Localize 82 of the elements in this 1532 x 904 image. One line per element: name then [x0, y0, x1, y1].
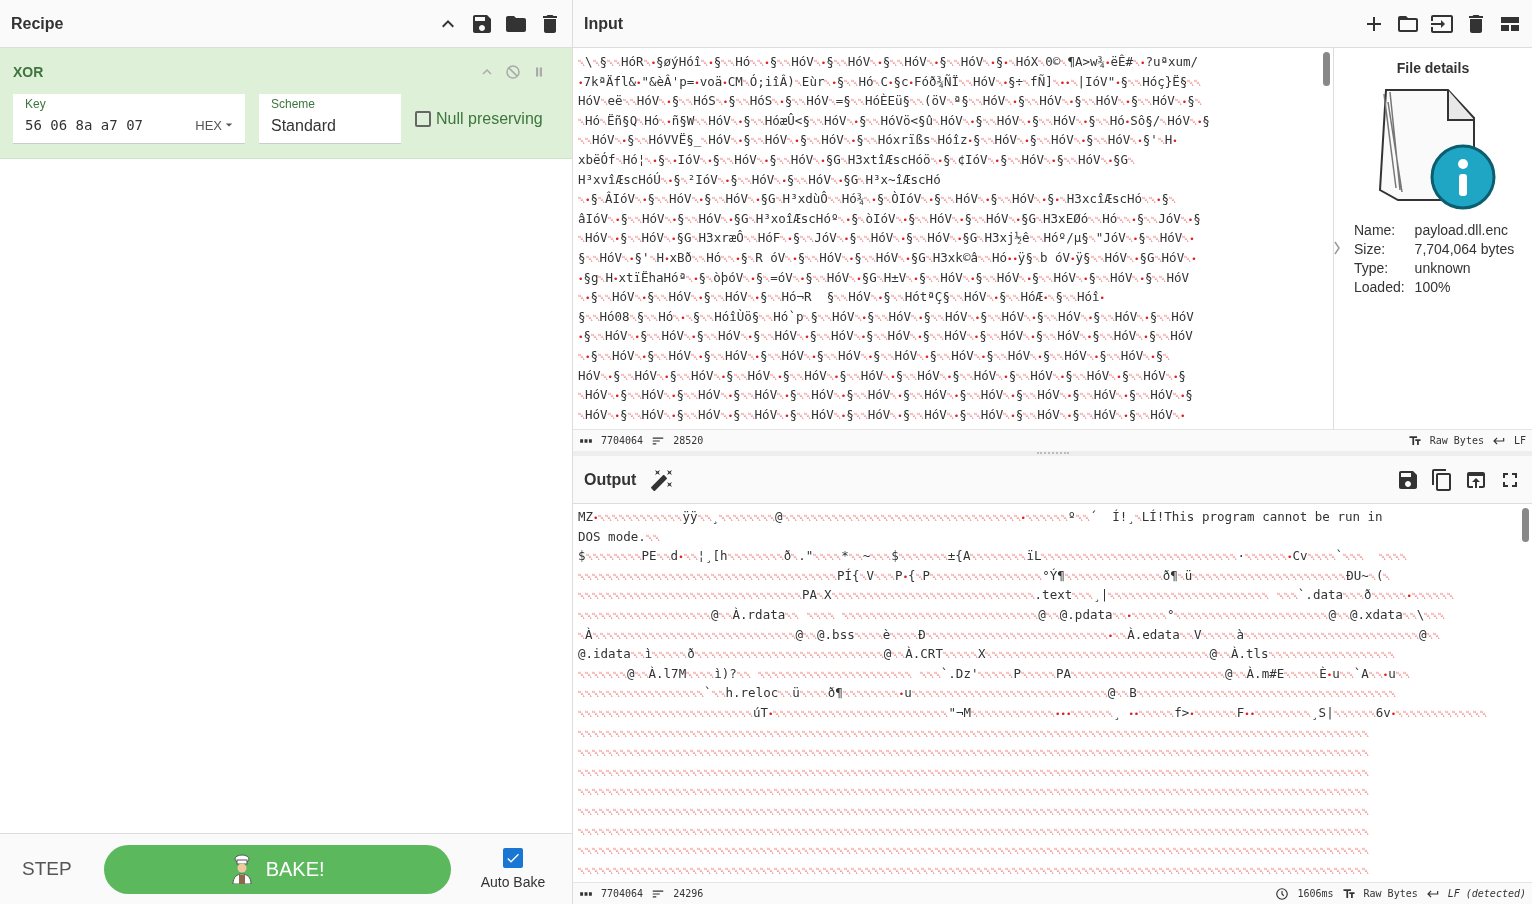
text-line: ␀␀␀␀␀␀␀␀␀␀␀␀␀␀␀␀␀␀␀␀␀␀␀␀␀␀␀␀␀␀␀␀␀␀␀␀␀␀␀␀␀␀␀␀␀␀␀␀␀␀␀␀␀␀␀␀␀␀␀␀␀␀␀␀␀␀␀␀␀␀␀␀␀␀␀␀␀␀␀␀␀␀␀␀␀␀␀␀␀␀␀␀␀␀␀␀␀␀␀␀␀␀␀␀␀␀␀␀␀␀␀␀␀ — [578, 864, 1370, 878]
lines-value: 28520 — [673, 435, 704, 446]
text-line: ␀␀␀␀␀␀␀␀␀␀␀␀␀␀␀␀␀␀`␀␀h.reloc␀␀ü␀␀␀␀ð¶␀␀␀␀␀␀␀␀•u␀␀␀␀␀␀␀␀␀␀␀␀␀␀␀␀␀␀␀␀␀␀␀␀␀␀␀␀@␀␀B␀␀␀␀␀␀␀␀␀␀␀␀␀␀␀␀␀␀␀␀␀␀␀␀␀␀␀␀␀␀␀␀␀␀␀␀␀ — [578, 684, 1397, 703]
text-line: ␀␀␀␀␀␀␀␀␀␀␀␀␀␀␀␀␀␀␀␀␀␀␀␀␀␀␀␀␀␀␀␀␀␀␀␀␀␀␀␀␀␀␀␀␀␀␀␀␀␀␀␀␀␀␀␀␀␀␀␀␀␀␀␀␀␀␀␀␀␀␀␀␀␀␀␀␀␀␀␀␀␀␀␀␀␀␀␀␀␀␀␀␀␀␀␀␀␀␀␀␀␀␀␀␀␀␀␀␀␀␀␀␀ — [578, 825, 1370, 839]
caret-icon — [225, 121, 233, 129]
detail-label: Type: — [1354, 260, 1390, 276]
text-line: MZ•␀␀␀␀␀␀␀␀␀␀␀␀ÿÿ␀␀¸␀␀␀␀␀␀␀␀@␀␀␀␀␀␀␀␀␀␀␀␀␀␀␀␀␀␀␀␀␀␀␀␀␀␀␀␀␀␀␀␀␀␀•␀␀␀␀␀␀º␀␀´ Í!¸␀LÍ!This program cannot be run in — [578, 508, 1384, 526]
key-field[interactable]: Key 56 06 8a a7 07 HEX — [13, 94, 245, 144]
text-line: •§g␀H•xtïËhaHóª␀•§␀òþóV␀•§␀=óV␀•§␀␀HóV␀•§G␀H±V␀•§␀␀HóV␀•§␀␀HóV␀•§␀␀HóV␀•§␀␀HóV␀•§␀␀HóV — [578, 268, 1190, 287]
text-line: §␀␀Hó08␀§␀␀Hó␀•␀§␀␀HóîÙö§␀␀Hó`p␀§␀␀HóV␀•§␀␀HóV␀•§␀␀HóV␀•§␀␀HóV␀•§␀␀HóV␀•§␀␀HóV␀•§␀␀HóV — [578, 307, 1195, 326]
text-format-icon[interactable] — [1407, 433, 1422, 448]
magic-wand-icon[interactable] — [650, 467, 675, 492]
eol-value[interactable]: LF — [1513, 435, 1526, 446]
text-line: ␀␀␀␀␀␀␀@␀␀À.l7M␀␀␀␀ì)?␀␀ ␀␀␀␀␀␀␀␀␀␀␀␀␀␀␀␀␀␀␀␀␀␀ ␀␀␀`.Dz'␀␀␀␀␀P␀␀␀␀␀PA␀␀␀␀␀␀␀␀␀␀␀␀␀␀␀␀␀␀␀␀␀␀@␀␀À.m#E␀␀␀␀␀È•u␀␀`A␀␀•u␀␀ — [578, 664, 1411, 683]
length-value: 7704064 — [601, 888, 644, 899]
input-title: Input — [584, 14, 624, 33]
checkbox-label: Auto Bake — [480, 874, 546, 890]
format-dropdown[interactable]: HEX — [195, 117, 233, 133]
detail-value: 100% — [1414, 279, 1452, 295]
text-line: ␀␀␀␀␀␀␀␀␀␀␀␀␀␀␀␀␀␀␀␀␀␀␀␀␀␀␀␀␀␀␀␀␀␀␀␀␀␀␀␀␀␀␀␀␀␀␀␀␀␀␀␀␀␀␀␀␀␀␀␀␀␀␀␀␀␀␀␀␀␀␀␀␀␀␀␀␀␀␀␀␀␀␀␀␀␀␀␀␀␀␀␀␀␀␀␀␀␀␀␀␀␀␀␀␀␀␀␀␀␀␀␀␀ — [578, 786, 1370, 800]
eol-value[interactable]: LF (detected) — [1447, 888, 1526, 899]
recipe-title: Recipe — [11, 14, 64, 33]
text-line: ␀HóV␀•§␀␀HóV␀•§␀␀HóV␀•§␀␀HóV␀•§␀␀HóV␀•§␀␀HóV␀•§␀␀HóV␀•§␀␀HóV␀•§␀␀HóV␀•§␀␀HóV␀•§␀␀HóV␀•§ — [578, 386, 1194, 405]
text-line: HóV␀eë␀␀HóV␀•§␀␀HóS␀•§␀␀HóS␀•§␀␀HóV␀=§␀␀HóÈEü§␀␀(öV␀ª§␀␀HóV␀•§␀␀HóV␀•§␀␀HóV␀•§␀␀HóV␀•§␀ — [578, 92, 1203, 111]
text-line: xbëÓf␀Hó¦␀•§␀•IóV␀•§␀␀HóV␀•§␀␀HóV␀•§G␀H3xtîÆscHóö␀•§␀¢IóV␀•§␀␀HóV␀•§␀␀HóV␀•§G␀ — [578, 150, 1137, 169]
output-title: Output — [584, 470, 637, 489]
text-line: ␀␀␀␀␀␀␀␀␀␀␀␀␀␀␀␀␀␀␀␀␀␀␀␀␀␀␀␀␀␀␀␀␀␀␀␀␀␀␀␀␀␀␀␀␀␀␀␀␀␀␀␀␀␀␀␀␀␀␀␀␀␀␀␀␀␀␀␀␀␀␀␀␀␀␀␀␀␀␀␀␀␀␀␀␀␀␀␀␀␀␀␀␀␀␀␀␀␀␀␀␀␀␀␀␀␀␀␀␀␀␀␀␀ — [578, 805, 1370, 819]
scrollbar-thumb[interactable] — [1323, 52, 1330, 86]
checkbox[interactable] — [415, 111, 431, 127]
field-value: 56 06 8a a7 07 — [25, 117, 143, 133]
text-line: ␀␀␀␀␀␀␀␀␀␀␀␀␀␀␀␀␀␀␀␀␀␀␀␀␀úT•␀␀␀␀␀␀␀␀␀␀␀␀␀␀␀␀␀␀␀␀␀␀␀␀␀"¬M␀␀␀␀␀␀␀␀␀␀␀␀•••␀␀␀␀␀␀¸ ••␀␀␀␀␀f>•␀␀␀␀␀␀F••␀␀␀␀␀␀␀␀¸S|␀␀␀␀␀␀6v•␀␀␀␀␀␀␀␀␀␀␀␀␀ — [578, 703, 1489, 722]
text-line: HóV␀•§␀␀HóV␀•§␀␀HóV␀•§␀␀HóV␀•§␀␀HóV␀•§␀␀HóV␀•§␀␀HóV␀•§␀␀HóV␀•§␀␀HóV␀•§␀␀HóV␀•§␀␀HóV␀•§ — [578, 366, 1187, 385]
text-line: ␀•§␀␀HóV␀•§␀␀HóV␀•§␀␀HóV␀•§␀␀HóV␀•§␀␀HóV␀•§␀␀HóV␀•§␀␀HóV␀•§␀␀HóV␀•§␀␀HóV␀•§␀␀HóV␀•§␀ — [578, 346, 1172, 365]
text-line: ␀␀␀␀␀␀␀␀␀␀␀␀␀␀␀␀␀␀␀␀␀␀␀␀␀␀␀␀␀␀␀␀␀␀␀␀␀␀␀␀␀␀␀␀␀␀␀␀␀␀␀␀␀␀␀␀␀␀␀␀␀␀␀␀␀␀␀␀␀␀␀␀␀␀␀␀␀␀␀␀␀␀␀␀␀␀␀␀␀␀␀␀␀␀␀␀␀␀␀␀␀␀␀␀␀␀␀␀␀␀␀␀␀ — [578, 727, 1370, 741]
text-line: ␀•§␀␀HóV␀•§␀␀HóV␀•§␀␀HóV␀•§␀␀Hó¬R §␀␀HóV␀•§␀␀HótªÇ§␀␀HóV␀•§␀␀HóÆ•␀§␀␀Hóî• — [578, 288, 1106, 307]
text-line: ␀␀␀␀␀␀␀␀␀␀␀␀␀␀␀␀␀␀␀@␀␀À.rdata␀␀ ␀␀␀␀ ␀␀␀␀␀␀␀␀␀␀␀␀␀␀␀␀␀␀␀␀␀␀␀␀␀␀␀␀@␀␀@.pdata␀␀•␀␀␀␀␀°␀␀␀␀␀␀␀␀␀␀␀␀␀␀␀␀␀␀␀␀␀␀@␀␀@.xdata␀␀\␀␀␀ — [578, 605, 1447, 624]
text-line: ␀␀␀␀␀␀␀␀␀␀␀␀␀␀␀␀␀␀␀␀␀␀␀␀␀␀␀␀␀␀␀␀␀␀␀␀␀␀␀␀␀␀␀␀␀␀␀␀␀␀␀␀␀␀␀␀␀␀␀␀␀␀␀␀␀␀␀␀␀␀␀␀␀␀␀␀␀␀␀␀␀␀␀␀␀␀␀␀␀␀␀␀␀␀␀␀␀␀␀␀␀␀␀␀␀␀␀␀␀␀␀␀␀ — [578, 747, 1370, 761]
detail-label: Loaded: — [1354, 279, 1405, 295]
text-line: •7kªÄfl&•"&èÂ'p=•voä•CM␀Ó;iîÂ)␀Eùr␀•§␀␀Hó␀C•§c•Fóð¾ÑÏ␀␀HóV␀•§÷␀fÑ]␀••␀|IóV"•§␀␀Hóç}Ë§␀␀ — [578, 72, 1203, 91]
detail-label: Name: — [1354, 222, 1397, 238]
text-line: @.idata␀␀ì␀␀␀␀␀ð␀␀␀␀␀␀␀␀␀␀␀␀␀␀␀␀␀␀␀␀␀␀␀␀␀␀␀@␀␀À.CRT␀␀␀␀␀X␀␀␀␀␀␀␀␀␀␀␀␀␀␀␀␀␀␀␀␀␀␀␀␀␀␀␀␀␀␀␀␀@␀␀À.tls␀␀␀␀␀␀␀␀␀␀␀␀␀␀␀␀␀␀ — [578, 645, 1396, 664]
copy-icon[interactable] — [1430, 467, 1454, 492]
text-line: •§␀␀HóV␀•§␀␀HóV␀•§␀␀HóV␀•§␀␀HóV␀•§␀␀HóV␀•§␀␀HóV␀•§␀␀HóV␀•§␀␀HóV␀•§␀␀HóV␀•§␀␀HóV␀•§␀␀HóV — [578, 327, 1194, 346]
text-line: DOS mode.␀␀ — [578, 527, 661, 546]
text-line: ␀␀␀␀␀␀␀␀␀␀␀␀␀␀␀␀␀␀␀␀␀␀␀␀␀␀␀␀␀␀␀␀␀␀␀␀␀␀␀␀␀␀␀␀␀␀␀␀␀␀␀␀␀␀␀␀␀␀␀␀␀␀␀␀␀␀␀␀␀␀␀␀␀␀␀␀␀␀␀␀␀␀␀␀␀␀␀␀␀␀␀␀␀␀␀␀␀␀␀␀␀␀␀␀␀␀␀␀␀␀␀␀␀ — [578, 845, 1370, 859]
field-label: Scheme — [271, 97, 317, 111]
collapse-handle-icon[interactable] — [1333, 240, 1341, 256]
encoding-value[interactable]: Raw Bytes — [1429, 435, 1484, 446]
scheme-field[interactable]: Scheme Standard — [259, 94, 401, 144]
length-value: 7704064 — [601, 435, 644, 446]
step-button[interactable]: STEP — [12, 850, 82, 888]
text-line: ␀␀HóV␀•§␀␀HóVVË§_␀HóV␀•§␀␀HóV␀•§␀␀HóV␀•§␀␀Hóxrïßs␀Hóîz•§␀␀HóV␀•§␀␀HóV␀•§␀␀HóV␀•§'␀H• — [578, 131, 1179, 150]
text-line: ␀␀␀␀␀␀␀␀␀␀␀␀␀␀␀␀␀␀␀␀␀␀␀␀␀␀␀␀␀␀␀␀␀␀␀␀␀␀␀␀␀␀␀␀␀␀␀␀␀␀␀␀␀␀␀␀␀␀␀␀␀␀␀␀␀␀␀␀␀␀␀␀␀␀␀␀␀␀␀␀␀␀␀␀␀␀␀␀␀␀␀␀␀␀␀␀␀␀␀␀␀␀␀␀␀␀␀␀␀␀␀␀␀ — [578, 766, 1370, 780]
text-format-icon[interactable] — [1341, 886, 1356, 901]
text-line: ␀␀␀␀␀␀␀␀␀␀␀␀␀␀␀␀␀␀␀␀␀␀␀␀␀␀␀␀␀␀␀␀PA␀X␀␀␀␀␀␀␀␀␀␀␀␀␀␀␀␀␀␀␀␀␀␀␀␀␀␀␀␀␀.text␀␀␀¸|␀␀␀␀␀␀␀␀␀␀␀␀␀␀␀␀␀␀␀␀␀␀␀ ␀␀␀`.data␀␀␀ð␀␀␀␀␀•␀␀␀␀␀␀ — [578, 586, 1455, 605]
field-label: Key — [25, 97, 47, 111]
clock-icon — [1275, 886, 1290, 901]
detail-value: 7,704,064 bytes — [1414, 241, 1515, 257]
text-line: âIóV␀•§␀␀HóV␀•§␀␀HóV␀•§G␀H³xoîÆscHóº␀•§␀òIóV␀•§␀␀HóV␀•§␀␀HóV␀•§G␀H3xEØó␀␀Hó␀␀•§␀␀JóV␀•§ — [578, 209, 1202, 228]
checkbox[interactable] — [502, 848, 523, 868]
lines-value: 24296 — [673, 888, 704, 899]
checkbox-label: Null preserving — [436, 110, 543, 128]
text-line: ␀HóV␀•§␀␀HóV␀•§G␀H3xræÔ␀␀HóF␀•§␀␀JóV␀•§␀␀HóV␀•§␀␀HóV␀•§G␀H3xj½ê␀␀Hóº/µ§␀"JóV␀•§␀␀HóV␀• — [578, 229, 1196, 248]
detail-label: Size: — [1354, 241, 1387, 257]
chef-icon — [229, 854, 254, 884]
time-value: 1606ms — [1297, 888, 1334, 899]
scrollbar-thumb[interactable] — [1522, 508, 1529, 542]
field-value: Standard — [271, 117, 337, 135]
detail-value: payload.dll.enc — [1414, 222, 1509, 238]
text-line: ␀À␀␀␀␀␀␀␀␀␀␀␀␀␀␀␀␀␀␀␀␀␀␀␀␀␀␀␀␀␀@␀␀@.bss␀␀␀␀è␀␀␀␀Ð␀␀␀␀␀␀␀␀␀␀␀␀␀␀␀␀␀␀␀␀␀␀␀␀␀␀•␀␀À.edata␀␀V␀␀␀␀␀à␀␀␀␀␀␀␀␀␀␀␀␀␀␀␀␀␀␀␀␀␀␀␀␀␀@␀␀ — [578, 625, 1442, 644]
text-line: $␀␀␀␀␀␀␀␀PE␀␀d•␀␀¦¸[h␀␀␀␀␀␀␀␀ð␀."␀␀␀␀*␀␀~␀␀␀$␀␀␀␀␀␀␀±{A␀␀␀␀␀␀␀␀ïL␀␀␀␀␀␀␀␀␀␀␀␀␀␀␀␀␀␀␀␀␀␀␀␀␀␀␀␀·␀␀␀␀␀␀•Cv␀␀␀␀`␀␀␀ ␀␀␀␀ — [578, 547, 1409, 566]
operation-name: XOR — [13, 64, 44, 80]
text-line: ␀Hó␀Ëñ§Q␀Hó␀•ñ§W␀␀HóV␀•§␀␀HóæÛ<§␀␀HóV␀•§␀␀HóVö<§û␀HóV␀•§␀␀HóV␀•§␀␀HóV␀•§␀␀Hó•Sô§/␀HóV␀•§ — [578, 111, 1211, 130]
text-line: ␀HóV␀•§␀␀HóV␀•§␀␀HóV␀•§␀␀HóV␀•§␀␀HóV␀•§␀␀HóV␀•§␀␀HóV␀•§␀␀HóV␀•§␀␀HóV␀•§␀␀HóV␀•§␀␀HóV␀• — [578, 405, 1187, 424]
text-line: ␀\␀§␀␀HóR␀•§øýHóî␀•§␀␀Hó␀␀•§␀␀HóV␀•§␀␀HóV␀•§␀␀HóV␀•§␀␀HóV␀•§•␀HóX␀0©␀¶A>w¾•ëÊ#␀•?uªxum/ — [578, 53, 1200, 71]
text-line: H³xvîÆscHóÚ␀•§␀²IóV␀•§␀␀HóV␀•§␀␀HóV␀•§G␀H³x~îÆscHó — [578, 170, 942, 189]
encoding-value[interactable]: Raw Bytes — [1363, 888, 1418, 899]
detail-value: unknown — [1414, 260, 1472, 276]
details-title: File details — [1396, 60, 1470, 76]
text-line: §␀␀HóV␀•§'␀H•xBð␀␀Hó␀␀•§␀R óV␀•§␀␀HóV␀•§␀␀HóV␀•§G␀H3xk©â␀␀Hó••ÿ§␀b óV•ÿ§␀␀HóV␀•§G␀HóV␀• — [578, 248, 1198, 267]
text-line: ␀•§␀ÂIóV␀•§␀␀HóV␀•§␀␀HóV␀•§G␀H³xdùÔ␀␀Hó¾␀•§␀ÒIóV␀•§␀␀HóV␀•§␀␀HóV␀•§•␀H3xcîÆscHó␀␀•§␀ — [578, 190, 1178, 209]
text-line: ␀␀␀␀␀␀␀␀␀␀␀␀␀␀␀␀␀␀␀␀␀␀␀␀␀␀␀␀␀␀␀␀␀␀␀␀␀PÍ{␀V␀␀␀P•{␀P␀␀␀␀␀␀␀␀␀␀␀␀␀␀␀␀°Ý¶␀␀␀␀␀␀␀␀␀␀␀␀␀␀ð¶␀ü␀␀␀␀␀␀␀␀␀␀␀␀␀␀␀␀␀␀␀␀␀␀ÐU~␀(␀ — [578, 566, 1392, 585]
